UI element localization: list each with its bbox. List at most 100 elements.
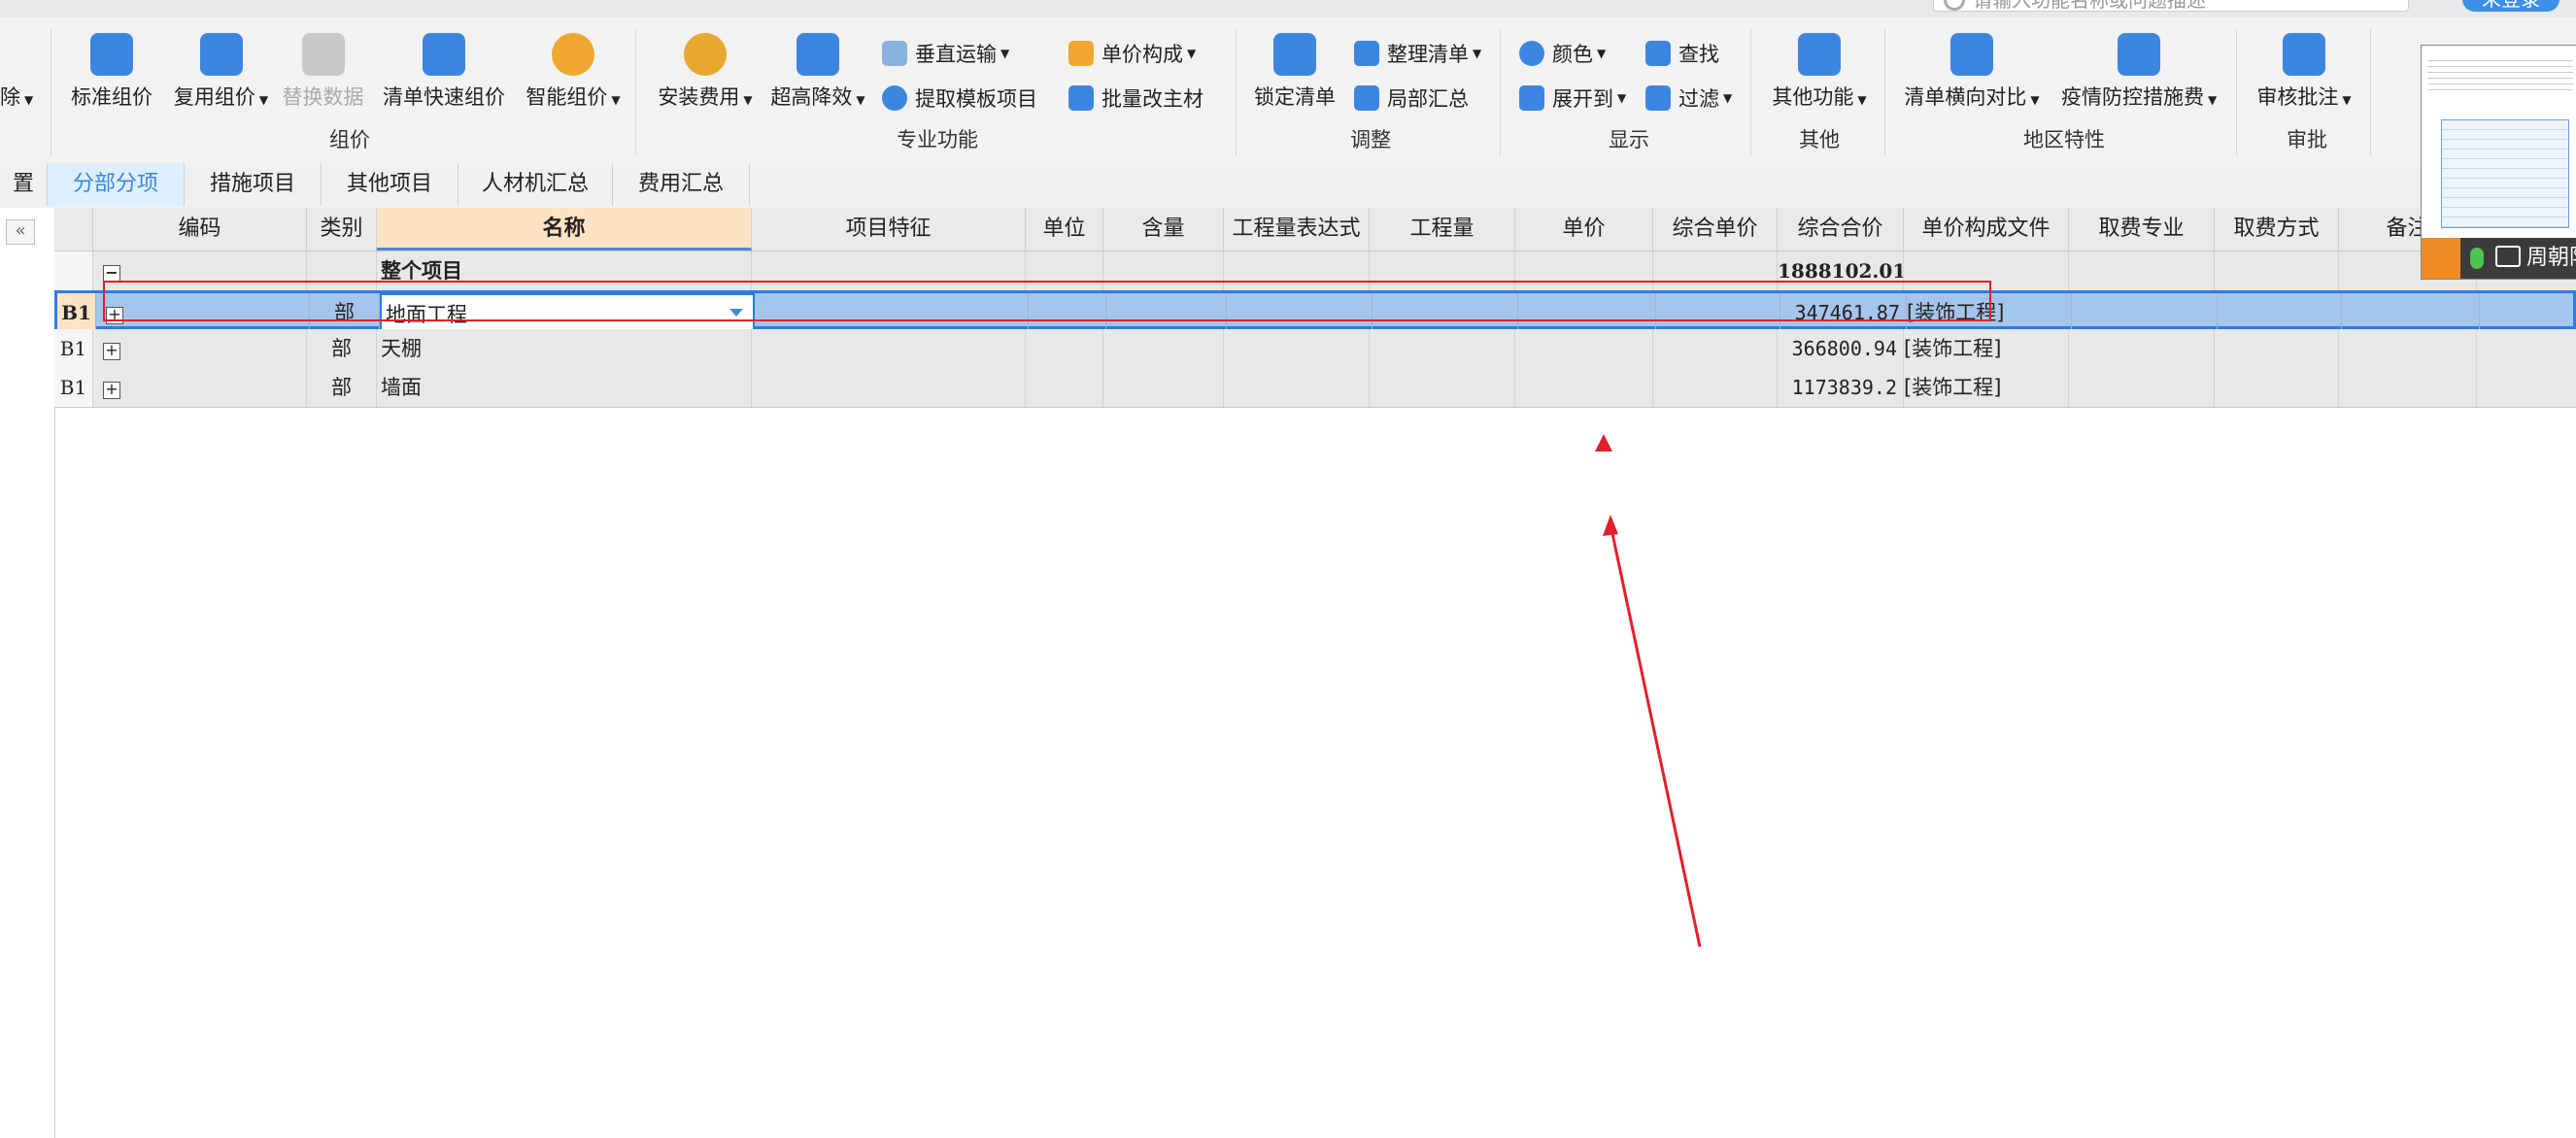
row-content[interactable] [1103,368,1224,407]
row-content[interactable] [1103,329,1224,368]
batch-material-button[interactable]: 批量改主材 [1068,84,1203,113]
replace-data-button[interactable]: 替换数据 [282,17,364,111]
row-composite-unit-price[interactable] [1656,293,1780,332]
lock-list-button[interactable]: 锁定清单 [1251,17,1339,111]
header-composite-unit-price[interactable]: 综合单价 [1653,208,1778,251]
row-quantity-expr[interactable] [1227,293,1373,332]
tab-other-items[interactable]: 其他项目 [322,163,458,206]
row-fee-method[interactable] [2215,368,2339,407]
row-unit-price[interactable] [1515,251,1653,290]
row-composite-unit-price[interactable] [1653,251,1778,290]
expand-icon[interactable]: + [103,382,120,399]
tab-labor-material[interactable]: 人材机汇总 [458,163,613,206]
row-content[interactable] [1106,293,1227,332]
row-fee-method[interactable] [2215,251,2339,290]
header-composite-total[interactable]: 综合合价 [1778,208,1904,251]
unit-price-compose-button[interactable]: 单价构成 ▼ [1068,39,1196,68]
row-unit[interactable] [1026,329,1103,368]
dropdown-icon[interactable] [729,309,743,317]
header-features[interactable]: 项目特征 [752,208,1026,251]
row-unit[interactable] [1026,368,1103,407]
row-composite-total[interactable]: 1888102.01 [1778,251,1904,290]
high-rise-button[interactable]: 超高降效 ▼ [769,17,866,111]
header-quantity-expr[interactable]: 工程量表达式 [1224,208,1370,251]
row-content[interactable] [1103,251,1224,290]
row-fee-method[interactable] [2218,293,2342,332]
row-fee-method[interactable] [2215,329,2339,368]
expand-icon[interactable]: + [106,307,123,324]
color-button[interactable]: 颜色 ▼ [1519,39,1606,68]
row-features[interactable] [755,293,1029,332]
header-name[interactable]: 名称 [377,208,752,251]
row-type[interactable] [307,251,377,290]
delete-button[interactable]: 除 ▼ [0,17,33,111]
review-comment-button[interactable]: 审核批注 ▼ [2255,17,2353,111]
row-composite-total[interactable]: 366800.94 [1778,329,1904,368]
other-functions-button[interactable]: 其他功能 ▼ [1766,17,1873,111]
row-name[interactable]: 整个项目 [377,251,752,290]
smart-pricing-button[interactable]: 智能组价 ▼ [525,17,622,111]
row-unit-price[interactable] [1518,293,1656,332]
row-price-file[interactable]: [装饰工程] [1904,368,2069,407]
row-price-file[interactable]: [装饰工程] [1904,329,2069,368]
search-input[interactable]: 请输入功能名称或问题描述 [1933,0,2409,12]
header-fee-specialty[interactable]: 取费专业 [2069,208,2215,251]
row-type[interactable]: 部 [307,368,377,407]
table-row-selected[interactable]: B1 + 部 地面工程 347461.87 [装饰工程] [54,290,2576,332]
tab-sections[interactable]: 分部分项 [48,163,185,206]
row-unit[interactable] [1026,251,1103,290]
row-remark[interactable] [2342,293,2480,332]
reuse-pricing-button[interactable]: 复用组价 ▼ [170,17,272,111]
row-type[interactable]: 部 [310,293,380,332]
row-price-file[interactable]: [装饰工程] [1907,293,2072,332]
row-fee-specialty[interactable] [2069,329,2215,368]
row-composite-total[interactable]: 1173839.2 [1778,368,1904,407]
row-features[interactable] [752,368,1026,407]
row-features[interactable] [752,251,1026,290]
standard-pricing-button[interactable]: 标准组价 [68,17,155,111]
row-quantity[interactable] [1370,329,1515,368]
row-quantity-expr[interactable] [1224,329,1370,368]
header-content[interactable]: 含量 [1103,208,1224,251]
microphone-icon[interactable] [2470,248,2484,269]
row-quantity-expr[interactable] [1224,251,1370,290]
person-icon[interactable] [2422,238,2460,279]
row-quantity[interactable] [1370,368,1515,407]
header-fee-method[interactable]: 取费方式 [2215,208,2339,251]
row-features[interactable] [752,329,1026,368]
row-unit-price[interactable] [1515,368,1653,407]
video-call-thumbnail[interactable]: 周朝阳 [2421,45,2576,280]
header-quantity[interactable]: 工程量 [1370,208,1515,251]
row-name-editor[interactable]: 地面工程 [380,293,755,332]
login-button[interactable]: 未登录 [2462,0,2559,12]
row-type[interactable]: 部 [307,329,377,368]
table-row[interactable]: − 整个项目 1888102.01 [54,251,2576,291]
tab-settings[interactable]: 置 [0,163,48,206]
header-price-file[interactable]: 单价构成文件 [1904,208,2069,251]
vertical-transport-button[interactable]: 垂直运输 ▼ [882,39,1009,68]
extract-template-button[interactable]: 提取模板项目 [882,84,1037,113]
table-row[interactable]: B1 + 部 墙面 1173839.2 [装饰工程] [54,368,2576,408]
epidemic-fee-button[interactable]: 疫情防控措施费 ▼ [2061,17,2217,111]
row-fee-specialty[interactable] [2069,368,2215,407]
row-remark[interactable] [2339,368,2477,407]
row-name[interactable]: 天棚 [377,329,752,368]
install-fee-button[interactable]: 安装费用 ▼ [657,17,754,111]
list-compare-button[interactable]: 清单横向对比 ▼ [1904,17,2040,111]
expand-to-button[interactable]: 展开到 ▼ [1519,84,1626,113]
tab-cost-summary[interactable]: 费用汇总 [613,163,750,206]
filter-button[interactable]: 过滤 ▼ [1645,84,1732,113]
row-composite-unit-price[interactable] [1653,329,1778,368]
row-composite-unit-price[interactable] [1653,368,1778,407]
header-type[interactable]: 类别 [307,208,377,251]
row-quantity[interactable] [1370,251,1515,290]
row-remark[interactable] [2339,329,2477,368]
header-unit[interactable]: 单位 [1026,208,1103,251]
table-row[interactable]: B1 + 部 天棚 366800.94 [装饰工程] [54,329,2576,369]
header-unit-price[interactable]: 单价 [1515,208,1653,251]
expand-icon[interactable]: + [103,343,120,360]
find-button[interactable]: 查找 [1645,39,1719,68]
row-fee-specialty[interactable] [2069,251,2215,290]
row-fee-specialty[interactable] [2072,293,2218,332]
partial-summary-button[interactable]: 局部汇总 [1354,84,1469,113]
